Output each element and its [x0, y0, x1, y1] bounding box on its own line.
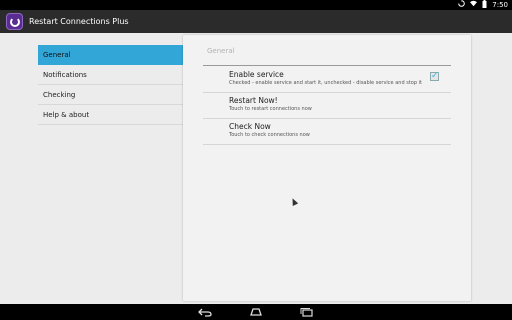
- pref-restart-now[interactable]: Restart Now! Touch to restart connection…: [203, 93, 451, 119]
- checkbox-checked-icon[interactable]: ✓: [430, 72, 439, 81]
- pref-enable-service[interactable]: Enable service Checked - enable service …: [203, 67, 451, 93]
- back-icon[interactable]: [193, 306, 217, 318]
- status-bar: 7:50: [0, 0, 512, 10]
- pref-summary: Touch to restart connections now: [229, 106, 312, 112]
- pref-check-now[interactable]: Check Now Touch to check connections now: [203, 119, 451, 145]
- battery-icon: [482, 0, 487, 11]
- header-item-checking[interactable]: Checking: [38, 85, 183, 105]
- category-divider: [203, 65, 451, 66]
- pref-summary: Checked - enable service and start it, u…: [229, 80, 422, 86]
- pref-summary: Touch to check connections now: [229, 132, 310, 138]
- recents-icon[interactable]: [295, 306, 319, 318]
- app-icon[interactable]: [6, 13, 23, 30]
- header-item-general[interactable]: General: [38, 45, 183, 65]
- app-title: Restart Connections Plus: [29, 17, 129, 26]
- action-bar: Restart Connections Plus: [0, 10, 512, 33]
- home-icon[interactable]: [244, 306, 268, 318]
- header-item-help-about[interactable]: Help & about: [38, 105, 183, 125]
- preference-headers: General Notifications Checking Help & ab…: [38, 45, 183, 125]
- clock-text: 7:50: [492, 1, 508, 9]
- wifi-icon: [470, 0, 478, 10]
- header-item-notifications[interactable]: Notifications: [38, 65, 183, 85]
- status-icons: 7:50: [458, 0, 508, 10]
- sync-icon: [458, 0, 466, 10]
- settings-content: General Notifications Checking Help & ab…: [0, 33, 512, 304]
- pref-title: Check Now: [229, 122, 271, 131]
- navigation-bar: [0, 304, 512, 320]
- preference-detail-panel: General Enable service Checked - enable …: [183, 35, 471, 301]
- pref-title: Restart Now!: [229, 96, 278, 105]
- category-title: General: [207, 47, 235, 55]
- pref-title: Enable service: [229, 70, 284, 79]
